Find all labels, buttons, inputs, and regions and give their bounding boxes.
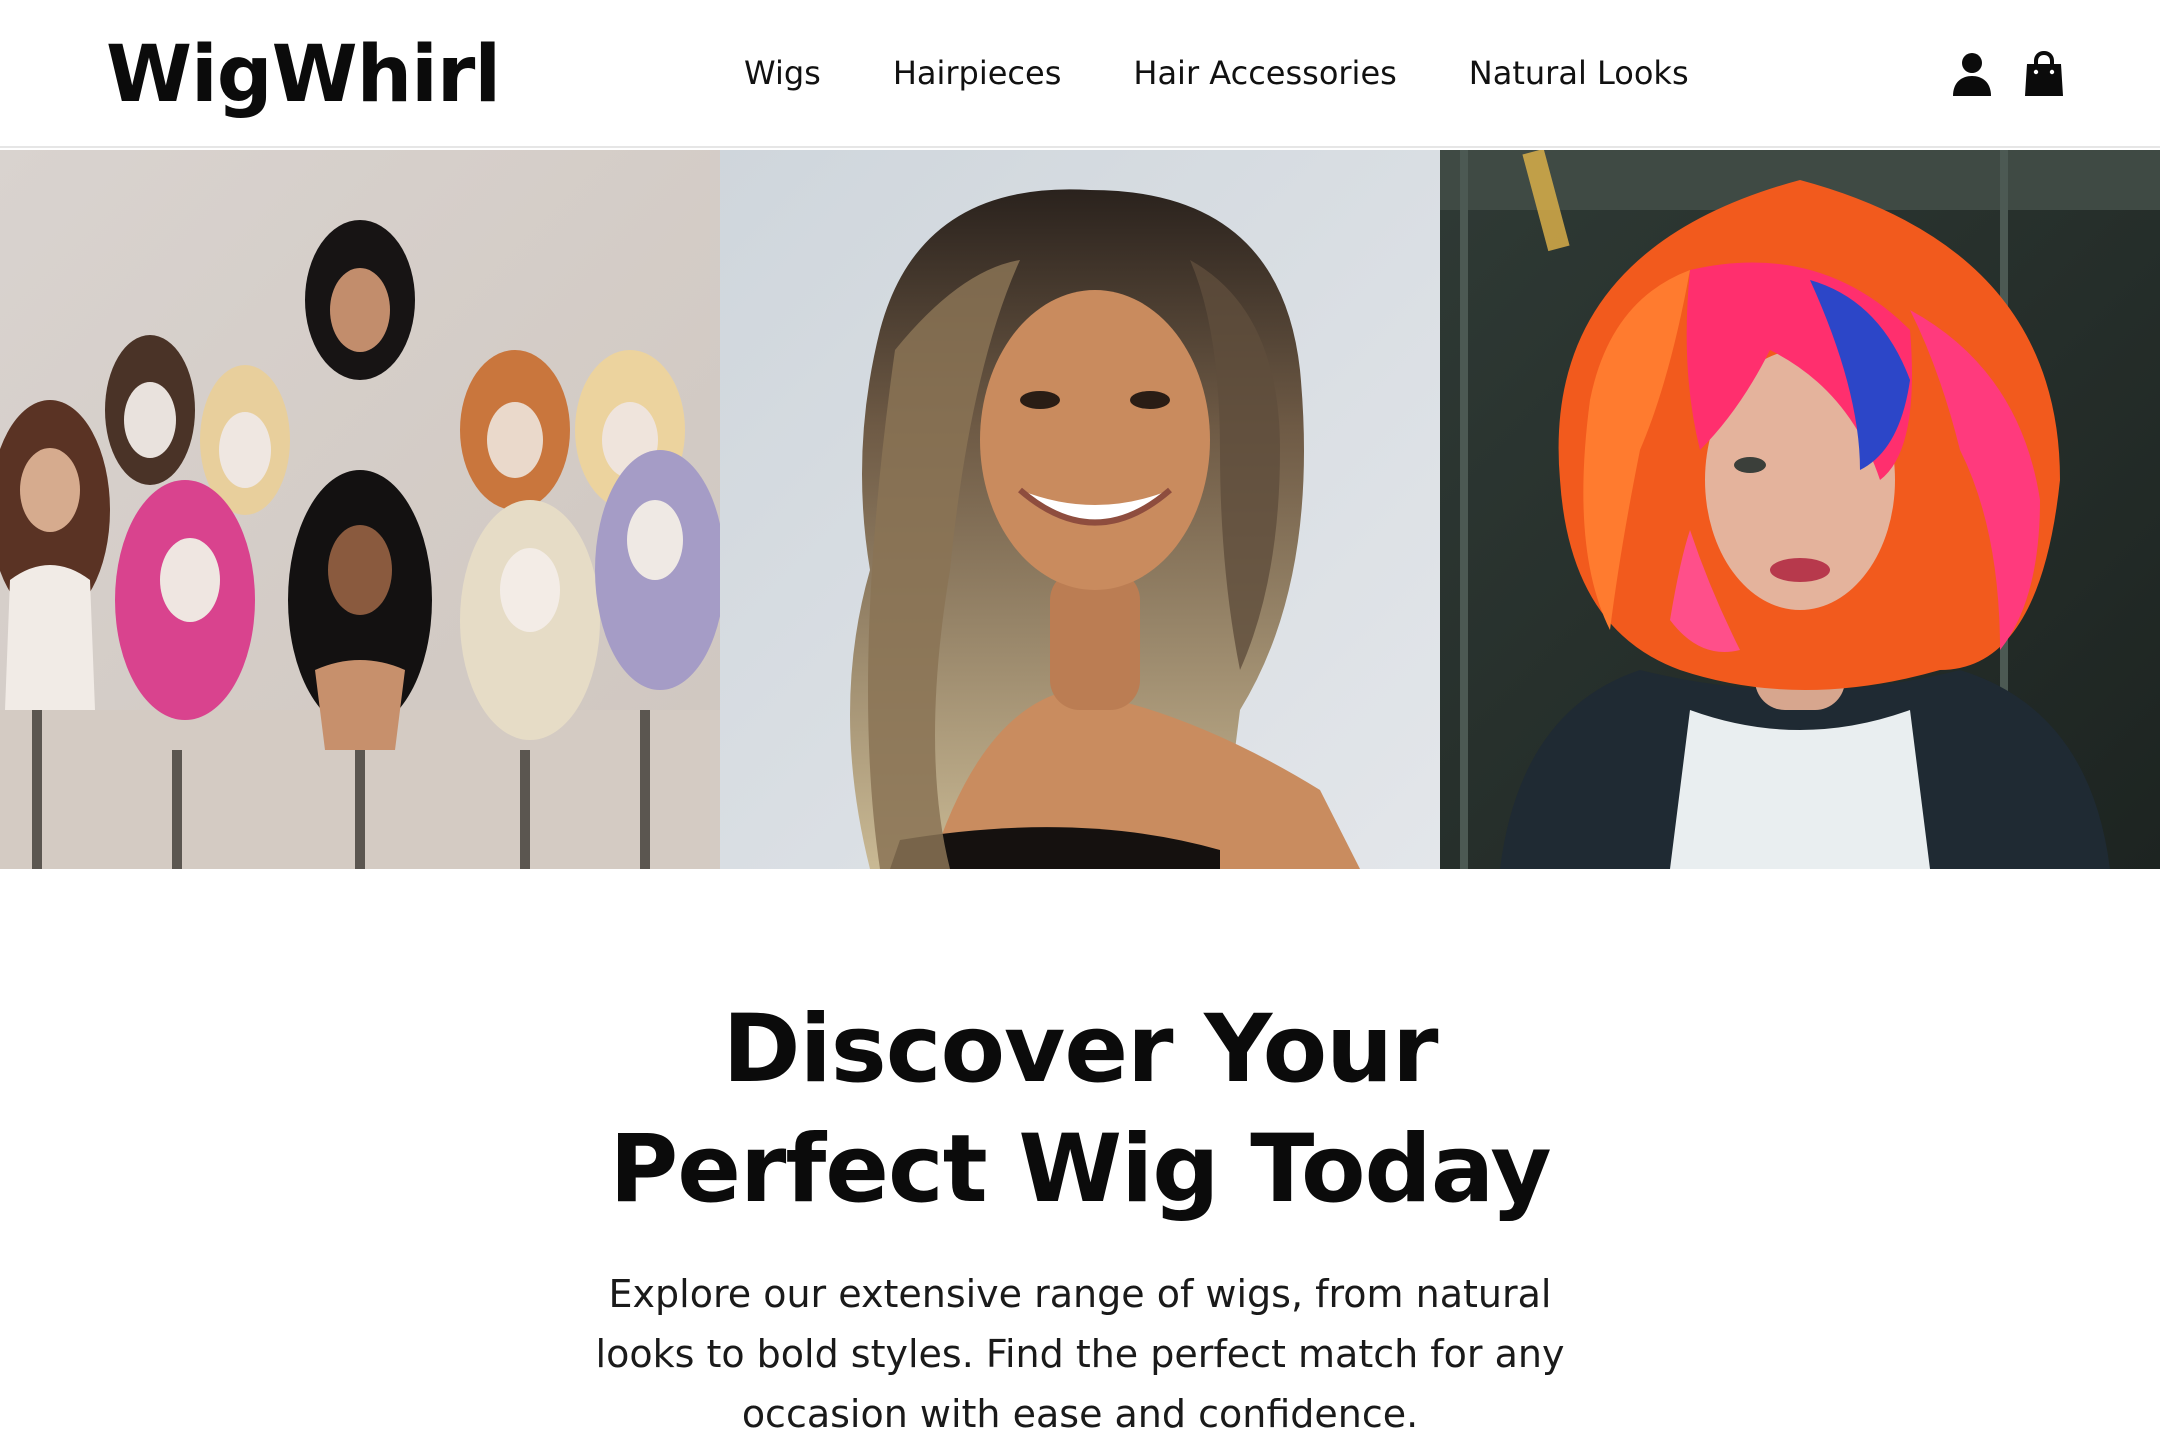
hero-image-colorful-wig	[1440, 150, 2160, 869]
nav-item-hairpieces[interactable]: Hairpieces	[893, 54, 1062, 92]
brand-logo[interactable]: WigWhirl	[106, 30, 501, 120]
hero-headline-line-1: Discover Your	[722, 995, 1439, 1104]
user-icon[interactable]	[1950, 50, 1994, 98]
hero-image-wig-display	[0, 150, 720, 869]
nav-item-natural-looks[interactable]: Natural Looks	[1469, 54, 1689, 92]
hero-image-balayage-wig	[720, 150, 1440, 869]
nav-item-hair-accessories[interactable]: Hair Accessories	[1133, 54, 1396, 92]
site-header: WigWhirl Wigs Hairpieces Hair Accessorie…	[0, 0, 2160, 148]
hero-description: Explore our extensive range of wigs, fro…	[595, 1272, 1565, 1436]
main-nav: Wigs Hairpieces Hair Accessories Natural…	[744, 48, 1689, 98]
shopping-bag-icon[interactable]	[2022, 50, 2066, 98]
nav-item-wigs[interactable]: Wigs	[744, 54, 821, 92]
hero-headline: Discover Your Perfect Wig Today	[0, 990, 2160, 1230]
hero-gallery	[0, 150, 2160, 869]
hero-headline-line-2: Perfect Wig Today	[609, 1115, 1551, 1224]
